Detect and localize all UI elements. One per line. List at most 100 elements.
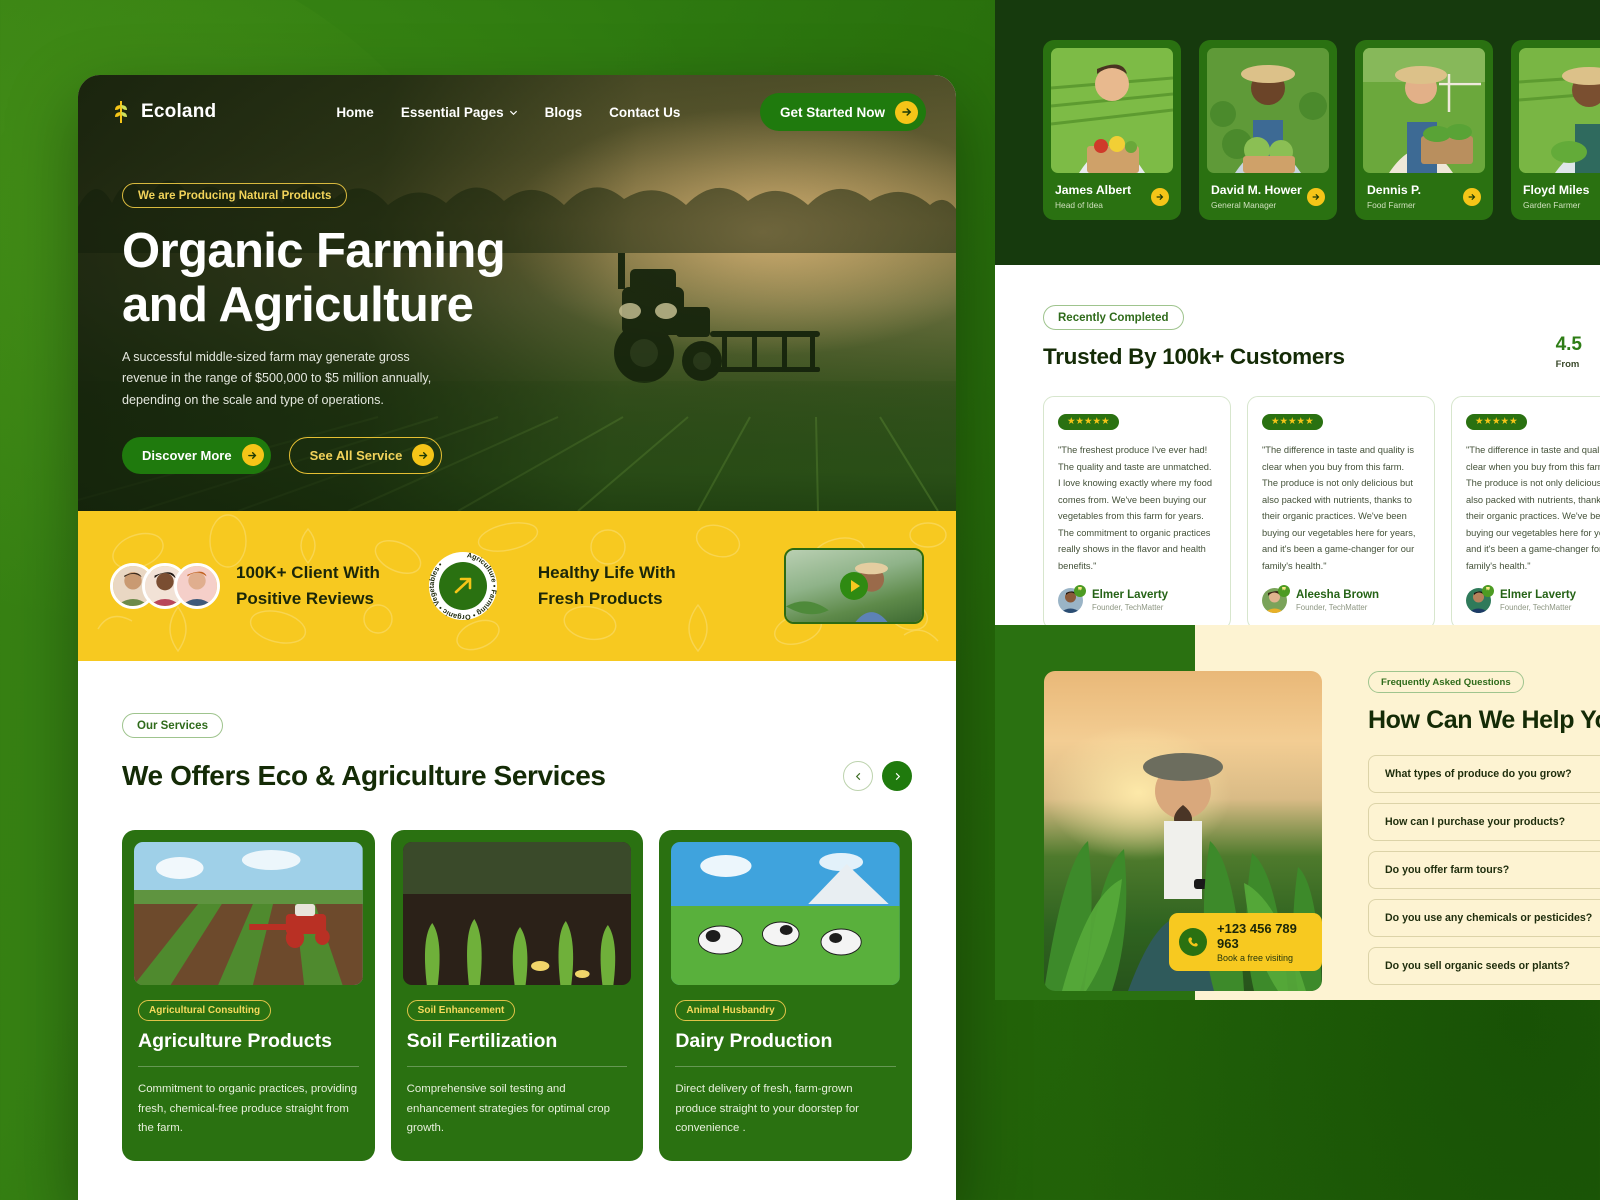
- review-cards: ★★★★★ "The freshest produce I've ever ha…: [995, 370, 1600, 625]
- phone-icon: [1179, 928, 1207, 956]
- chevron-right-icon: [895, 772, 900, 780]
- review-card: ★★★★★ "The freshest produce I've ever ha…: [1043, 396, 1231, 625]
- faq-item[interactable]: How can I purchase your products?: [1368, 803, 1600, 841]
- team-card[interactable]: Floyd Miles Garden Farmer: [1511, 40, 1600, 220]
- team-info: James Albert Head of Idea: [1051, 173, 1173, 210]
- discover-more-button[interactable]: Discover More: [122, 436, 271, 474]
- review-author: ❞ Aleesha Brown Founder, TechMatter: [1262, 585, 1420, 614]
- carousel-next-button[interactable]: [882, 761, 912, 791]
- stars-glyphs: ★★★★★: [1271, 416, 1314, 427]
- brand-logo[interactable]: Ecoland: [110, 99, 216, 125]
- review-quote: "The freshest produce I've ever had! The…: [1058, 445, 1212, 571]
- brand-name: Ecoland: [141, 101, 217, 122]
- service-card[interactable]: Agricultural Consulting Agriculture Prod…: [122, 830, 375, 1161]
- phone-badge[interactable]: +123 456 789 963 Book a free visiting: [1169, 913, 1322, 971]
- video-thumbnail[interactable]: [784, 548, 924, 624]
- faq-item[interactable]: What types of produce do you grow?: [1368, 755, 1600, 793]
- get-started-label: Get Started Now: [779, 104, 885, 120]
- team-card[interactable]: James Albert Head of Idea: [1043, 40, 1181, 220]
- page-title: Organic Farming and Agriculture: [122, 224, 956, 333]
- rotating-badge[interactable]: Agriculture • Farming • Organic • Vegeta…: [427, 550, 499, 622]
- service-title: Agriculture Products: [138, 1030, 332, 1052]
- review-author: ❞ Elmer Laverty Founder, TechMatter: [1058, 585, 1216, 614]
- carousel-prev-button[interactable]: [843, 761, 873, 791]
- service-card[interactable]: Animal Husbandry Dairy Production Direct…: [659, 830, 913, 1161]
- play-icon[interactable]: [840, 572, 868, 600]
- review-card: ★★★★★ "The difference in taste and quali…: [1247, 396, 1435, 625]
- nav-item-contact-us[interactable]: Contact Us: [609, 105, 680, 120]
- wheat-icon: [115, 101, 127, 123]
- service-description: Comprehensive soil testing and enhanceme…: [406, 1083, 610, 1135]
- client-avatars: [110, 563, 220, 609]
- team-info: Dennis P. Food Farmer: [1363, 173, 1485, 210]
- nav-item-label: Home: [336, 104, 374, 120]
- nav-links: Home Essential Pages Blogs Contact Us: [336, 105, 680, 120]
- avatar: [174, 563, 220, 609]
- review-author-role: Founder, TechMatter: [1296, 603, 1368, 613]
- faq-list: What types of produce do you grow? How c…: [1368, 755, 1600, 985]
- faq-item[interactable]: Do you use any chemicals or pesticides?: [1368, 899, 1600, 937]
- review-author-role: Founder, TechMatter: [1500, 603, 1572, 613]
- team-photo: [1519, 48, 1600, 173]
- faq-item[interactable]: Do you offer farm tours?: [1368, 851, 1600, 889]
- review-card: ★★★★★ "The difference in taste and quali…: [1451, 396, 1600, 625]
- review-author-name: Aleesha Brown: [1296, 589, 1380, 602]
- team-member-name: James Albert: [1055, 183, 1132, 197]
- star-rating: ★★★★★: [1262, 413, 1323, 430]
- team-photo: [1363, 48, 1485, 173]
- faq-panel: +123 456 789 963 Book a free visiting Fr…: [995, 625, 1600, 1000]
- review-author-role: Founder, TechMatter: [1092, 603, 1164, 613]
- hero-title-line2: and Agriculture: [122, 277, 474, 332]
- service-image: [134, 842, 363, 985]
- services-eyebrow: Our Services: [122, 713, 223, 738]
- team-member-role: Food Farmer: [1367, 200, 1416, 210]
- reviews-panel: Recently Completed Trusted By 100k+ Cust…: [995, 265, 1600, 625]
- see-all-service-button[interactable]: See All Service: [288, 436, 443, 474]
- divider: [675, 1066, 897, 1067]
- rating-source: From: [1555, 359, 1580, 370]
- nav-item-blogs[interactable]: Blogs: [545, 105, 583, 120]
- phone-subtitle: Book a free visiting: [1217, 953, 1294, 963]
- quote-icon: ❞: [1074, 585, 1086, 598]
- main-page-mockup: Ecoland Home Essential Pages Blogs Conta…: [78, 75, 956, 1200]
- team-member-role: Head of Idea: [1055, 200, 1103, 210]
- arrow-right-icon[interactable]: [1307, 187, 1325, 206]
- arrow-right-icon: [241, 444, 264, 467]
- team-photo: [1051, 48, 1173, 173]
- hero-title-line1: Organic Farming: [122, 224, 506, 278]
- rating-value: 4.5: [1555, 334, 1582, 355]
- hero-content: We are Producing Natural Products Organi…: [78, 131, 956, 474]
- avatar: ❞: [1058, 585, 1086, 614]
- team-card[interactable]: Dennis P. Food Farmer: [1355, 40, 1493, 220]
- nav-item-label: Essential Pages: [400, 104, 504, 120]
- arrow-right-icon[interactable]: [1463, 187, 1481, 206]
- review-author-name: Elmer Laverty: [1092, 589, 1169, 602]
- service-tag: Animal Husbandry: [675, 1000, 786, 1021]
- highlight-band: 100K+ Client With Positive Reviews Agric…: [78, 511, 956, 661]
- faq-content: Frequently Asked Questions How Can We He…: [1368, 671, 1600, 985]
- nav-item-essential-pages[interactable]: Essential Pages: [401, 105, 518, 120]
- promo-text: Healthy Life With Fresh Products: [538, 560, 676, 613]
- band-content: 100K+ Client With Positive Reviews Agric…: [78, 548, 956, 624]
- arrow-right-icon[interactable]: [1151, 187, 1169, 206]
- service-title: Dairy Production: [675, 1030, 833, 1052]
- avatar: ❞: [1466, 585, 1494, 614]
- service-tag: Soil Enhancement: [406, 1000, 516, 1021]
- avatar: ❞: [1262, 585, 1290, 614]
- client-stat: 100K+ Client With Positive Reviews: [236, 560, 380, 613]
- team-card[interactable]: David M. Hower General Manager: [1199, 40, 1337, 220]
- faq-item[interactable]: Do you sell organic seeds or plants?: [1368, 947, 1600, 985]
- service-title: Soil Fertilization: [406, 1030, 558, 1052]
- top-navigation: Ecoland Home Essential Pages Blogs Conta…: [78, 75, 956, 131]
- carousel-controls: [843, 761, 912, 791]
- service-card[interactable]: Soil Enhancement Soil Fertilization Comp…: [390, 830, 644, 1161]
- hero-description: A successful middle-sized farm may gener…: [122, 349, 432, 408]
- team-member-role: General Manager: [1211, 200, 1277, 210]
- client-stat-line2: Positive Reviews: [236, 589, 374, 608]
- get-started-button[interactable]: Get Started Now: [759, 93, 926, 131]
- phone-number: +123 456 789 963: [1217, 921, 1297, 951]
- nav-item-home[interactable]: Home: [336, 105, 374, 120]
- reviews-eyebrow: Recently Completed: [1043, 305, 1184, 330]
- team-info: David M. Hower General Manager: [1207, 173, 1329, 210]
- quote-icon: ❞: [1482, 585, 1494, 598]
